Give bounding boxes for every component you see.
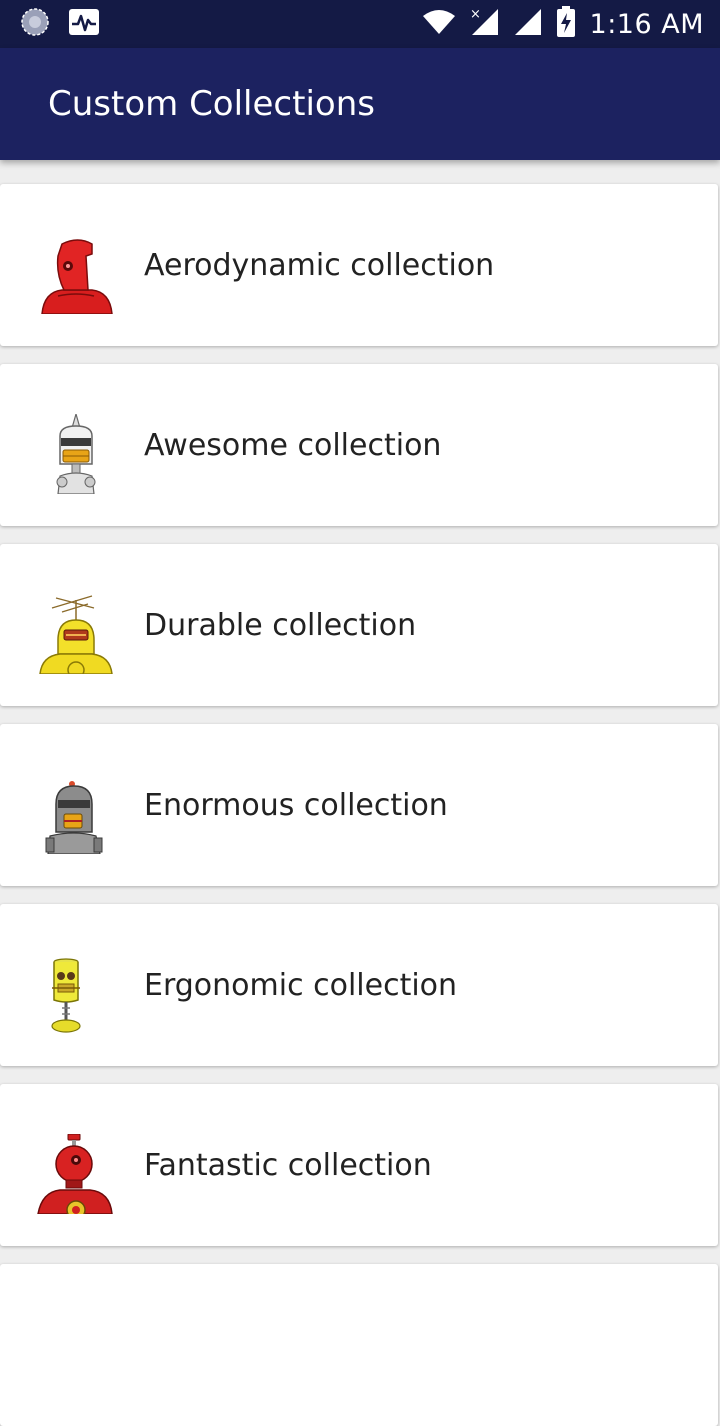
- white-robot-icon: [36, 414, 116, 494]
- page-title: Custom Collections: [48, 84, 375, 124]
- red-round-robot-icon: [36, 1134, 116, 1214]
- collection-card-ergonomic[interactable]: Ergonomic collection: [0, 904, 718, 1066]
- app-bar: Custom Collections: [0, 48, 720, 160]
- svg-text:×: ×: [470, 7, 481, 22]
- wifi-icon: [422, 8, 456, 41]
- red-robot-icon: [36, 234, 116, 314]
- status-right: × 1:16 AM: [422, 5, 704, 43]
- collection-label: Ergonomic collection: [144, 968, 458, 1003]
- gray-robot-icon: [36, 774, 116, 854]
- yellow-box-robot-icon: [36, 954, 116, 1034]
- collection-card-aerodynamic[interactable]: Aerodynamic collection: [0, 184, 718, 346]
- collection-label: Awesome collection: [144, 428, 442, 463]
- signal-icon: [514, 8, 542, 41]
- activity-icon: [68, 8, 100, 41]
- collection-card-awesome[interactable]: Awesome collection: [0, 364, 718, 526]
- sync-icon: [20, 7, 50, 42]
- yellow-robot-icon: [36, 594, 116, 674]
- status-time: 1:16 AM: [589, 8, 704, 40]
- no-data-signal-icon: ×: [470, 7, 500, 42]
- collection-card-durable[interactable]: Durable collection: [0, 544, 718, 706]
- status-bar: × 1:16 AM: [0, 0, 720, 48]
- status-left: [20, 7, 100, 42]
- battery-charging-icon: [556, 5, 576, 43]
- collection-label: Durable collection: [144, 608, 417, 643]
- collection-label: Enormous collection: [144, 788, 448, 823]
- collection-label: Fantastic collection: [144, 1148, 432, 1183]
- collection-label: Aerodynamic collection: [144, 248, 495, 283]
- collection-card-fantastic[interactable]: Fantastic collection: [0, 1084, 718, 1246]
- collection-card-enormous[interactable]: Enormous collection: [0, 724, 718, 886]
- collection-card-partial[interactable]: [0, 1264, 718, 1426]
